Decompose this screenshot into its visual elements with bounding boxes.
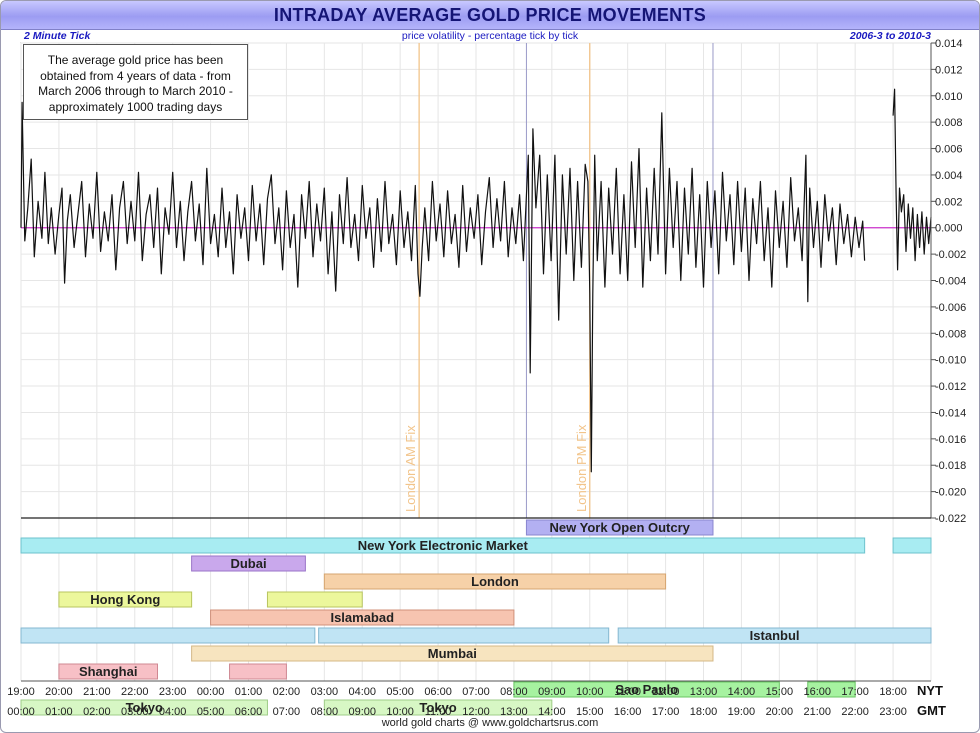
y-tick-label: -0.006 (935, 302, 966, 314)
x-tick-label-nyt: 09:00 (538, 686, 566, 698)
note-line: March 2006 through to March 2010 - (38, 84, 233, 98)
x-tick-label-nyt: 07:00 (462, 686, 490, 698)
note-line: approximately 1000 trading days (48, 99, 223, 114)
chart-frame: INTRADAY AVERAGE GOLD PRICE MOVEMENTS 2 … (0, 0, 980, 733)
y-tick-label: 0.010 (935, 91, 963, 103)
y-tick-label: 0.008 (935, 117, 963, 129)
x-tick-label-nyt: 13:00 (690, 686, 718, 698)
note-line: obtained from 4 years of data - from (40, 68, 231, 83)
x-tick-label-nyt: 12:00 (652, 686, 680, 698)
x-tick-label-nyt: 21:00 (83, 686, 111, 698)
x-tick-label-nyt: 01:00 (235, 686, 263, 698)
x-tick-label-nyt: 08:00 (500, 686, 528, 698)
session-band (892, 537, 932, 554)
session-band (266, 591, 363, 608)
y-tick-label: 0.012 (935, 64, 963, 76)
x-tick-label-nyt: 19:00 (7, 686, 35, 698)
y-tick-label: 0.006 (935, 144, 963, 156)
timezone-label-nyt: NYT (917, 683, 943, 698)
x-tick-label-nyt: 22:00 (121, 686, 149, 698)
y-tick-label: 0.002 (935, 196, 963, 208)
y-tick-label: 0.004 (935, 170, 963, 182)
note-line: The average gold price has been (47, 53, 224, 67)
x-tick-label-nyt: 14:00 (728, 686, 756, 698)
x-tick-label-nyt: 15:00 (766, 686, 794, 698)
y-tick-label: -0.020 (935, 487, 966, 499)
x-tick-label-nyt: 20:00 (45, 686, 73, 698)
x-tick-label-nyt: 23:00 (159, 686, 187, 698)
x-tick-label-nyt: 00:00 (197, 686, 225, 698)
x-tick-label-nyt: 11:00 (614, 686, 641, 698)
source-credit: world gold charts @ www.goldchartsrus.co… (381, 717, 599, 729)
y-tick-label: 0.014 (935, 38, 963, 50)
session-label: Shanghai (79, 664, 138, 679)
session-band (318, 627, 610, 644)
x-tick-label-nyt: 05:00 (386, 686, 414, 698)
session-band (20, 627, 316, 644)
x-tick-label-nyt: 02:00 (273, 686, 301, 698)
y-tick-label: -0.010 (935, 355, 966, 367)
fix-label: London AM Fix (403, 425, 418, 512)
x-tick-label-nyt: 06:00 (424, 686, 452, 698)
session-label: New York Open Outcry (550, 520, 691, 535)
x-tick-label-nyt: 17:00 (841, 686, 869, 698)
x-tick-label-nyt: 03:00 (311, 686, 339, 698)
x-tick-label-nyt: 16:00 (803, 686, 831, 698)
x-tick-label-nyt: 18:00 (879, 686, 907, 698)
session-label: Dubai (230, 556, 266, 571)
session-label: New York Electronic Market (358, 538, 529, 553)
x-tick-label-nyt: 10:00 (576, 686, 604, 698)
fix-label: London PM Fix (574, 424, 589, 512)
y-tick-label: 0.000 (935, 223, 963, 235)
y-tick-label: -0.008 (935, 328, 966, 340)
y-tick-label: -0.002 (935, 249, 966, 261)
session-label: Istanbul (750, 628, 800, 643)
session-label: Hong Kong (90, 592, 160, 607)
info-note-box: The average gold price has been obtained… (23, 44, 248, 120)
y-tick-label: -0.018 (935, 460, 966, 472)
session-label: Islamabad (330, 610, 394, 625)
session-band (229, 663, 287, 680)
session-label: London (471, 574, 519, 589)
y-tick-label: -0.022 (935, 513, 966, 525)
y-tick-label: -0.014 (935, 407, 966, 419)
x-tick-label-nyt: 04:00 (348, 686, 376, 698)
session-label: Mumbai (428, 646, 477, 661)
y-tick-label: -0.016 (935, 434, 966, 446)
y-tick-label: -0.012 (935, 381, 966, 393)
y-tick-label: -0.004 (935, 276, 966, 288)
timezone-label-gmt: GMT (917, 703, 946, 718)
